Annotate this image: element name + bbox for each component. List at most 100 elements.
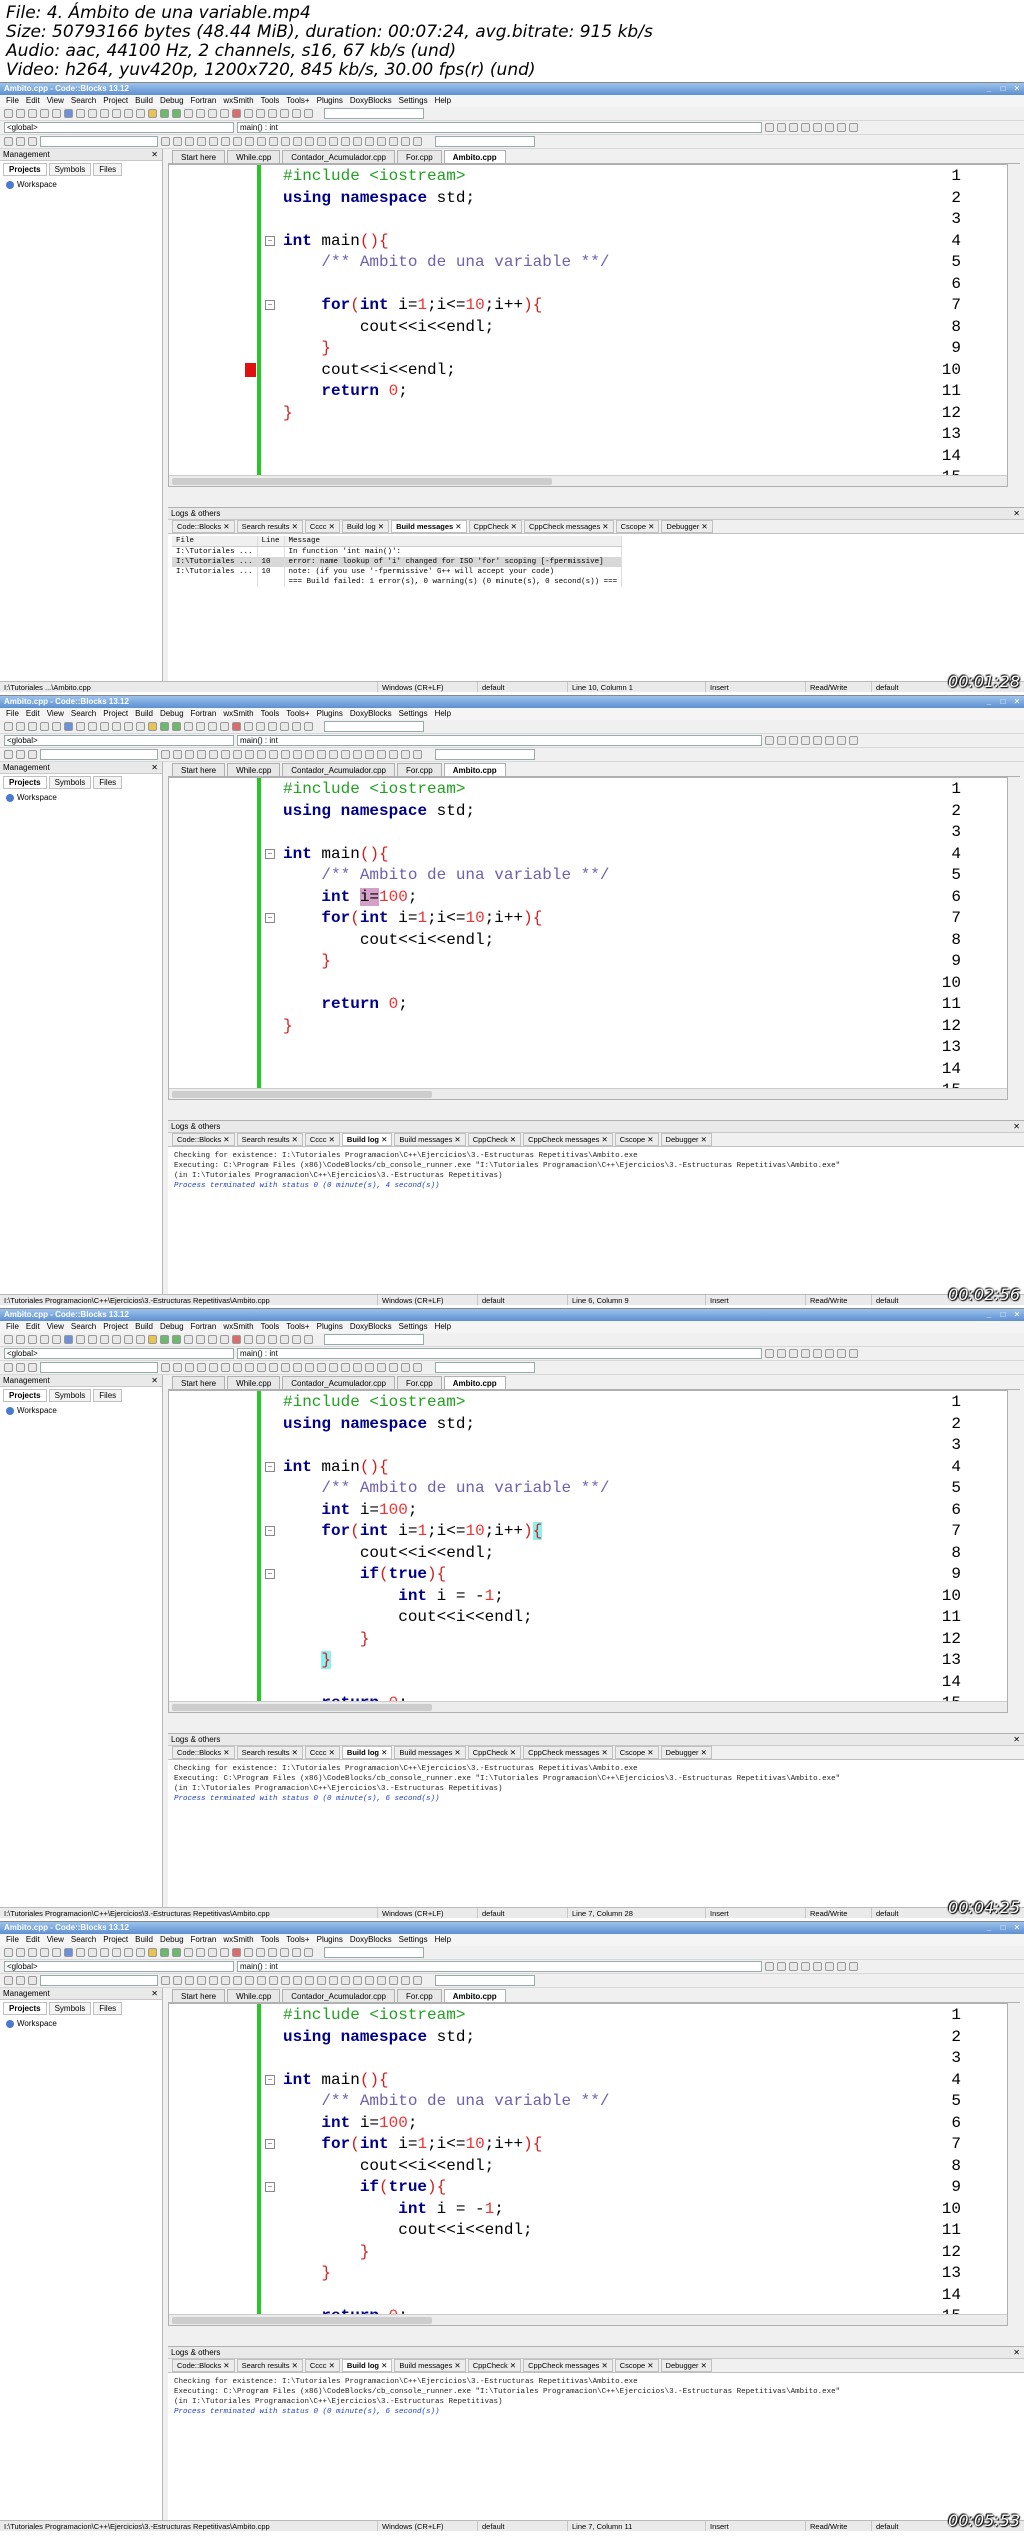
- toolbar-button-icon[interactable]: [765, 1349, 774, 1358]
- toolbar-button-icon[interactable]: [52, 109, 61, 118]
- maximize-icon[interactable]: □: [996, 1922, 1010, 1934]
- toolbar-button-icon[interactable]: [136, 722, 145, 731]
- menu-item-doxyblocks[interactable]: DoxyBlocks: [350, 1934, 392, 1946]
- toolbar-button-icon[interactable]: [413, 1363, 422, 1372]
- toolbar-button-icon[interactable]: [16, 1976, 25, 1985]
- toolbar-button-icon[interactable]: [160, 109, 169, 118]
- toolbar-button-icon[interactable]: [197, 1976, 206, 1985]
- toolbar-button-icon[interactable]: [124, 1335, 133, 1344]
- menu-item-help[interactable]: Help: [435, 95, 451, 107]
- toolbar-button-icon[interactable]: [389, 1363, 398, 1372]
- toolbar-button-icon[interactable]: [4, 722, 13, 731]
- toolbar-button-icon[interactable]: [341, 750, 350, 759]
- fold-toggle-icon[interactable]: −: [265, 2074, 275, 2085]
- table-row[interactable]: I:\Tutoriales ... In function 'int main()…: [172, 546, 623, 557]
- toolbar-button-icon[interactable]: [256, 722, 265, 731]
- toolbar-button-icon[interactable]: [172, 1335, 181, 1344]
- toolbar-button-icon[interactable]: [28, 109, 37, 118]
- menu-item-build[interactable]: Build: [135, 1934, 153, 1946]
- log-tab[interactable]: CppCheck ✕: [467, 1133, 522, 1146]
- editor-tab[interactable]: For.cpp: [397, 1989, 442, 2002]
- menu-item-fortran[interactable]: Fortran: [191, 708, 217, 720]
- toolbar-button-icon[interactable]: [40, 1335, 49, 1344]
- menu-item-build[interactable]: Build: [135, 708, 153, 720]
- panel-tab-symbols[interactable]: Symbols: [48, 2002, 92, 2015]
- search-combo[interactable]: [40, 1975, 158, 1986]
- toolbar-button-icon[interactable]: [256, 1335, 265, 1344]
- toolbar-button-icon[interactable]: [777, 736, 786, 745]
- toolbar-button-icon[interactable]: [401, 1976, 410, 1985]
- log-tab[interactable]: CppCheck messages ✕: [523, 1133, 613, 1146]
- toolbar-button-icon[interactable]: [76, 109, 85, 118]
- toolbar-button-icon[interactable]: [401, 750, 410, 759]
- menu-item-fortran[interactable]: Fortran: [191, 1934, 217, 1946]
- panel-tab-projects[interactable]: Projects: [3, 2002, 47, 2015]
- menu-item-debug[interactable]: Debug: [160, 708, 184, 720]
- editor-tab[interactable]: Contador_Acumulador.cpp: [282, 150, 395, 163]
- toolbar-button-icon[interactable]: [88, 1335, 97, 1344]
- close-icon[interactable]: ✕: [151, 1988, 158, 1999]
- toolbar-button-icon[interactable]: [196, 109, 205, 118]
- toolbar-button-icon[interactable]: [413, 137, 422, 146]
- menu-item-wxsmith[interactable]: wxSmith: [223, 1934, 253, 1946]
- horizontal-scrollbar[interactable]: [169, 1088, 1007, 1099]
- menu-item-wxsmith[interactable]: wxSmith: [223, 1321, 253, 1333]
- toolbar-button-icon[interactable]: [209, 1976, 218, 1985]
- toolbar-button-icon[interactable]: [209, 137, 218, 146]
- toolbar-button-icon[interactable]: [112, 1335, 121, 1344]
- log-tab[interactable]: Cccc ✕: [304, 1133, 340, 1146]
- toolbar-button-icon[interactable]: [124, 722, 133, 731]
- toolbar-button-icon[interactable]: [100, 722, 109, 731]
- toolbar-button-icon[interactable]: [244, 1948, 253, 1957]
- editor-tab[interactable]: While.cpp: [227, 1376, 281, 1389]
- close-icon[interactable]: ✕: [1010, 696, 1024, 708]
- toolbar-button-icon[interactable]: [221, 1976, 230, 1985]
- toolbar-button-icon[interactable]: [4, 137, 13, 146]
- toolbar-button-icon[interactable]: [16, 137, 25, 146]
- toolbar-button-icon[interactable]: [329, 750, 338, 759]
- code-editor[interactable]: 1 #include <iostream> 2 using namespace std…: [168, 2003, 1008, 2326]
- fold-toggle-icon[interactable]: −: [265, 235, 275, 246]
- toolbar-button-icon[interactable]: [292, 1335, 301, 1344]
- toolbar-button-icon[interactable]: [245, 1976, 254, 1985]
- toolbar-button-icon[interactable]: [40, 722, 49, 731]
- toolbar-button-icon[interactable]: [281, 1976, 290, 1985]
- toolbar-button-icon[interactable]: [16, 722, 25, 731]
- toolbar-button-icon[interactable]: [160, 1335, 169, 1344]
- toolbar-button-icon[interactable]: [197, 137, 206, 146]
- fold-toggle-icon[interactable]: −: [265, 300, 275, 310]
- toolbar-button-icon[interactable]: [837, 1349, 846, 1358]
- workspace-tree-item[interactable]: Workspace: [0, 178, 162, 191]
- toolbar-button-icon[interactable]: [124, 1948, 133, 1957]
- compiler-combo[interactable]: [435, 749, 535, 760]
- scrollbar-thumb[interactable]: [172, 1091, 432, 1098]
- log-tab[interactable]: Build messages ✕: [394, 2359, 466, 2372]
- log-tab[interactable]: Build messages ✕: [391, 520, 467, 533]
- toolbar-button-icon[interactable]: [64, 1948, 73, 1957]
- toolbar-button-icon[interactable]: [317, 1363, 326, 1372]
- toolbar-button-icon[interactable]: [801, 1349, 810, 1358]
- toolbar-button-icon[interactable]: [365, 137, 374, 146]
- log-tab[interactable]: Code::Blocks ✕: [172, 520, 235, 533]
- menu-item-tools-[interactable]: Tools+: [286, 95, 309, 107]
- toolbar-button-icon[interactable]: [160, 722, 169, 731]
- toolbar-button-icon[interactable]: [825, 1962, 834, 1971]
- log-tab[interactable]: Code::Blocks ✕: [172, 2359, 235, 2372]
- toolbar-button-icon[interactable]: [765, 736, 774, 745]
- menu-item-doxyblocks[interactable]: DoxyBlocks: [350, 1321, 392, 1333]
- toolbar-button-icon[interactable]: [161, 1976, 170, 1985]
- toolbar-button-icon[interactable]: [377, 750, 386, 759]
- menu-item-tools-[interactable]: Tools+: [286, 708, 309, 720]
- toolbar-button-icon[interactable]: [28, 1976, 37, 1985]
- close-icon[interactable]: ✕: [1013, 1734, 1020, 1745]
- toolbar-button-icon[interactable]: [353, 750, 362, 759]
- log-tab[interactable]: CppCheck messages ✕: [523, 1746, 613, 1759]
- log-tab[interactable]: Cccc ✕: [304, 520, 340, 533]
- menu-item-edit[interactable]: Edit: [26, 1321, 40, 1333]
- fold-toggle-icon[interactable]: −: [265, 2139, 275, 2149]
- toolbar-button-icon[interactable]: [280, 722, 289, 731]
- toolbar-button-icon[interactable]: [837, 123, 846, 132]
- editor-tab[interactable]: Contador_Acumulador.cpp: [282, 763, 395, 776]
- menu-item-doxyblocks[interactable]: DoxyBlocks: [350, 708, 392, 720]
- toolbar-button-icon[interactable]: [837, 1962, 846, 1971]
